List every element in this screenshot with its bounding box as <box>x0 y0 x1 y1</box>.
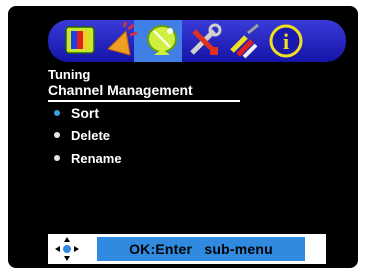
menu-icon-bar: i <box>48 20 346 62</box>
sound-icon[interactable] <box>100 21 140 61</box>
menu-item-label: Delete <box>71 127 111 143</box>
bullet-icon <box>54 155 60 161</box>
footer-bar: OK:Enter sub-menu <box>48 234 326 264</box>
breadcrumb: Tuning <box>48 67 91 82</box>
tv-picture-icon[interactable] <box>60 21 100 61</box>
info-glyph: i <box>283 29 289 54</box>
menu-item-sort[interactable]: Sort <box>54 104 99 122</box>
av-cable-icon[interactable] <box>224 21 264 61</box>
menu-item-delete[interactable]: Delete <box>54 126 110 144</box>
info-icon[interactable]: i <box>266 21 306 61</box>
menu-item-rename[interactable]: Rename <box>54 149 122 167</box>
bullet-icon <box>54 110 60 116</box>
dpad-nav-icon <box>54 236 80 262</box>
menu-item-label: Rename <box>71 150 122 166</box>
bullet-icon <box>54 132 60 138</box>
page-title: Channel Management <box>48 82 193 98</box>
menu-item-label: Sort <box>71 105 99 121</box>
tools-icon[interactable] <box>184 21 224 61</box>
hint-ok-enter: OK:Enter sub-menu <box>97 237 305 261</box>
osd-screen: i Tuning Channel Management Sort Delete … <box>8 6 358 268</box>
title-divider <box>48 100 240 102</box>
satellite-dish-icon[interactable] <box>142 21 182 61</box>
